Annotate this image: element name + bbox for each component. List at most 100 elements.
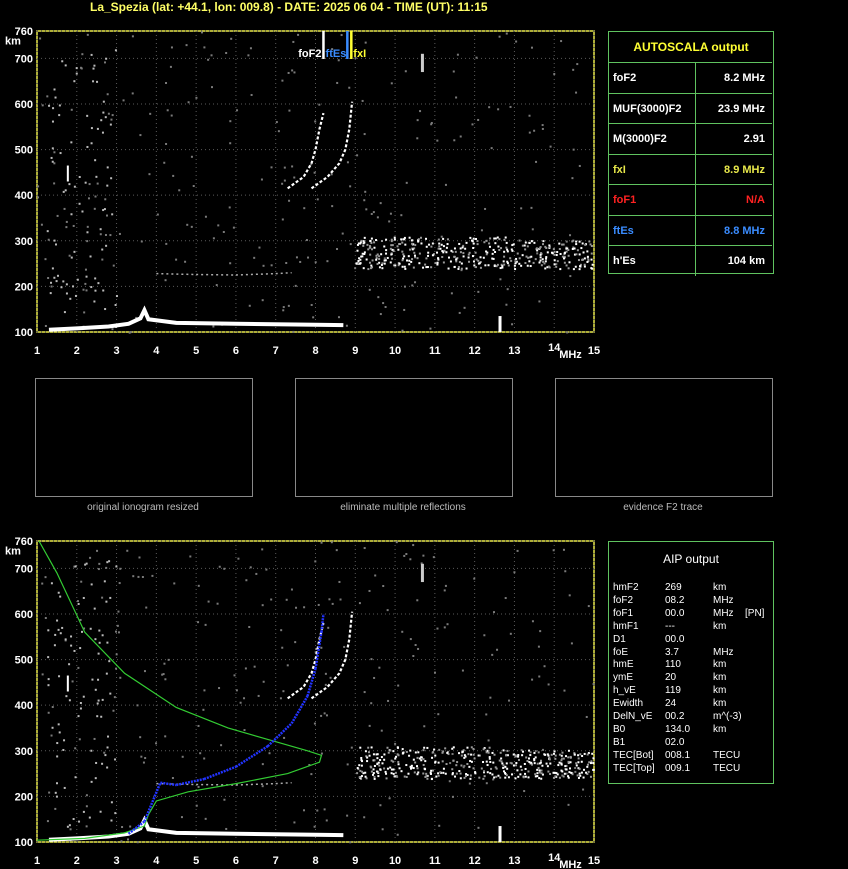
marker-label: foF2 bbox=[298, 48, 321, 60]
spread-f-dot bbox=[360, 758, 363, 761]
spread-f-dot bbox=[560, 763, 563, 766]
noise-dot bbox=[106, 93, 109, 96]
spread-f-dot bbox=[524, 262, 527, 265]
spread-f-dot bbox=[360, 764, 363, 767]
aip-title: AIP output bbox=[663, 552, 719, 566]
spread-f-dot bbox=[518, 262, 521, 265]
noise-dot bbox=[51, 160, 54, 163]
noise-dot bbox=[114, 812, 117, 815]
y-tick-label: 400 bbox=[15, 700, 33, 712]
spread-f-dot bbox=[570, 771, 573, 774]
spread-f-dot bbox=[577, 761, 580, 764]
noise-dot bbox=[94, 277, 97, 280]
noise-dot bbox=[69, 297, 72, 300]
noise-dot bbox=[430, 123, 433, 126]
spread-f-dot bbox=[378, 266, 381, 269]
autoscala-label: foF1 bbox=[613, 194, 637, 206]
noise-dot bbox=[47, 678, 50, 681]
spread-f-dot bbox=[467, 253, 470, 256]
noise-dot bbox=[243, 729, 246, 732]
noise-dot bbox=[111, 328, 114, 331]
noise-dot bbox=[531, 228, 534, 231]
noise-dot bbox=[422, 554, 425, 557]
spread-f-dot bbox=[375, 258, 378, 261]
spread-f-dot bbox=[456, 761, 459, 764]
noise-dot bbox=[361, 99, 364, 102]
noise-dot bbox=[277, 130, 280, 133]
spread-f-dot bbox=[507, 264, 510, 267]
spread-f-dot bbox=[495, 767, 498, 770]
spread-f-dot bbox=[356, 243, 359, 246]
noise-dot bbox=[212, 325, 215, 328]
noise-dot bbox=[346, 763, 349, 766]
noise-dot bbox=[50, 582, 53, 585]
noise-dot bbox=[101, 248, 104, 251]
spread-f-dot bbox=[420, 759, 423, 762]
autoscala-value: 2.91 bbox=[743, 133, 765, 145]
noise-dot bbox=[88, 816, 91, 819]
noise-dot bbox=[55, 795, 58, 798]
noise-dot bbox=[149, 112, 152, 115]
aip-cell: 00.0 bbox=[665, 633, 685, 645]
noise-dot bbox=[565, 240, 568, 243]
noise-dot bbox=[485, 713, 488, 716]
noise-dot bbox=[560, 40, 563, 43]
spread-f-dot bbox=[418, 252, 421, 255]
spread-f-dot bbox=[558, 248, 561, 251]
x-axis-unit: MHz bbox=[559, 859, 582, 869]
spread-f-dot bbox=[405, 775, 408, 778]
noise-dot bbox=[101, 634, 104, 637]
spread-f-dot bbox=[437, 761, 440, 764]
spread-f-dot bbox=[548, 756, 551, 759]
marker-label: fxI bbox=[353, 48, 366, 60]
noise-dot bbox=[98, 641, 101, 644]
noise-dot bbox=[86, 114, 89, 117]
spread-f-dot bbox=[494, 251, 497, 254]
noise-dot bbox=[485, 782, 488, 785]
spread-f-dot bbox=[442, 261, 445, 264]
spread-f-dot bbox=[536, 762, 539, 765]
aip-profile-trace bbox=[203, 765, 237, 781]
spread-f-dot bbox=[533, 751, 536, 754]
spread-f-dot bbox=[530, 761, 533, 764]
spread-f-dot bbox=[458, 752, 461, 755]
spread-f-dot bbox=[587, 258, 590, 261]
spread-f-dot bbox=[490, 767, 493, 770]
noise-dot bbox=[292, 40, 295, 43]
noise-dot bbox=[115, 295, 118, 298]
noise-dot bbox=[82, 810, 85, 813]
noise-dot bbox=[51, 267, 54, 270]
spread-f-dot bbox=[464, 775, 467, 778]
noise-dot bbox=[245, 579, 248, 582]
noise-dot bbox=[94, 195, 97, 198]
noise-dot bbox=[288, 109, 291, 112]
spread-f-dot bbox=[418, 757, 421, 760]
spread-f-dot bbox=[441, 256, 444, 259]
spread-f-dot bbox=[502, 764, 505, 767]
autoscala-row: fxI 8.9 MHz bbox=[609, 153, 772, 185]
noise-dot bbox=[541, 127, 544, 130]
spread-f-dot bbox=[543, 262, 546, 265]
y-tick-label: 300 bbox=[15, 236, 33, 248]
noise-dot bbox=[484, 207, 487, 210]
noise-dot bbox=[96, 80, 99, 83]
spread-f-dot bbox=[590, 760, 593, 763]
x-tick-label: 1 bbox=[34, 345, 40, 357]
spread-f-dot bbox=[560, 754, 563, 757]
spread-f-dot bbox=[571, 247, 574, 250]
spread-f-dot bbox=[385, 249, 388, 252]
noise-dot bbox=[293, 821, 296, 824]
noise-dot bbox=[458, 311, 461, 314]
spread-f-dot bbox=[414, 761, 417, 764]
spread-f-dot bbox=[380, 756, 383, 759]
spread-f-dot bbox=[400, 770, 403, 773]
spread-f-dot bbox=[390, 772, 393, 775]
noise-dot bbox=[260, 178, 263, 181]
spread-f-dot bbox=[414, 751, 417, 754]
spread-f-dot bbox=[514, 260, 517, 263]
noise-dot bbox=[318, 103, 321, 106]
spread-f-dot bbox=[409, 248, 412, 251]
noise-dot bbox=[229, 142, 232, 145]
spread-f-dot bbox=[416, 773, 419, 776]
noise-dot bbox=[103, 751, 106, 754]
